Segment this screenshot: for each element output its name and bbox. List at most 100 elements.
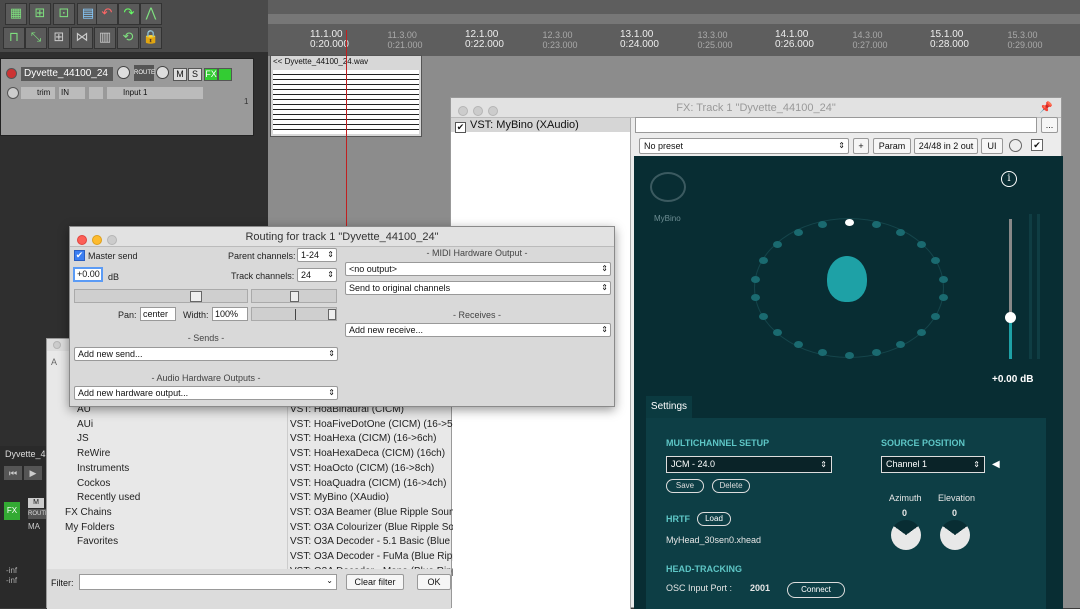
speaker-dot[interactable] (818, 348, 828, 356)
browser-plugin-item[interactable]: VST: HoaOcto (CICM) (16->8ch) (290, 463, 453, 474)
fx-more-button[interactable]: ... (1041, 117, 1058, 133)
source-select[interactable]: Channel 1 ⇕ (881, 456, 985, 473)
browser-plugin-item[interactable]: VST: HoaQuadra (CICM) (16->4ch) (290, 478, 453, 489)
browser-plugin-item[interactable]: VST: HoaHexa (CICM) (16->6ch) (290, 433, 453, 444)
width-input[interactable]: 100% (212, 307, 248, 321)
midi-output-select[interactable]: <no output> ⇕ (345, 262, 611, 276)
record-arm-icon[interactable] (6, 68, 17, 79)
input-toggle[interactable]: IN (59, 87, 85, 99)
connect-button[interactable]: Connect (787, 582, 845, 598)
add-send-select[interactable]: Add new send... ⇕ (74, 347, 338, 361)
browser-folder-item[interactable]: ReWire (77, 448, 110, 459)
monitor-icon[interactable] (7, 87, 19, 99)
preset-select[interactable]: No preset ⇕ (639, 138, 849, 154)
elevation-dial-icon[interactable] (940, 520, 970, 550)
close-icon[interactable] (77, 235, 87, 245)
grid-icon[interactable]: ▦ (5, 3, 27, 25)
track-name[interactable]: Dyvette_44100_24 (21, 67, 113, 81)
clear-filter-button[interactable]: Clear filter (346, 574, 404, 590)
wet-knob-icon[interactable] (1009, 139, 1022, 152)
pin-icon[interactable]: 📌 (1039, 98, 1053, 118)
speaker-dot[interactable] (758, 312, 768, 320)
add-receive-select[interactable]: Add new receive... ⇕ (345, 323, 611, 337)
item-edit-icon[interactable]: ⊡ (53, 3, 75, 25)
browser-plugin-item[interactable]: VST: MyBino (XAudio) (290, 492, 453, 503)
fx-search-field[interactable] (635, 117, 1037, 133)
gain-slider-knob[interactable] (1005, 312, 1016, 323)
route-button[interactable]: ROUTE (134, 65, 155, 81)
browser-folder-item[interactable]: FX Chains (65, 507, 112, 518)
filter-input[interactable]: ⌄ (79, 574, 337, 590)
loop-icon[interactable]: ⟲ (117, 27, 139, 49)
volume-input[interactable]: +0.00 (73, 267, 103, 282)
minimize-icon[interactable] (92, 235, 102, 245)
speaker-dot[interactable] (750, 275, 760, 283)
speaker-dot[interactable] (871, 221, 881, 229)
timeline-ruler[interactable]: 11.1.00 0:20.000 11.3.00 0:21.000 12.1.00 0:2… (268, 0, 1080, 56)
width-slider[interactable] (251, 307, 337, 321)
zoom-icon[interactable] (488, 106, 498, 116)
volume-knob-icon[interactable] (117, 66, 130, 79)
fx-chain-item[interactable]: ✔ VST: MyBino (XAudio) (451, 118, 630, 133)
speaker-dot[interactable] (939, 294, 949, 302)
pan-knob-icon[interactable] (156, 66, 169, 79)
track-row[interactable]: Dyvette_44100_24 ROUTE M S FX trim IN In… (0, 58, 254, 136)
pan-slider[interactable] (251, 289, 337, 303)
undo-icon[interactable]: ↶ (96, 3, 118, 25)
input-select[interactable]: Input 1 (107, 87, 203, 99)
ok-button[interactable]: OK (417, 574, 451, 590)
redo-icon[interactable]: ↷ (118, 3, 140, 25)
speaker-dot[interactable] (871, 348, 881, 356)
crossfade-icon[interactable]: ⋈ (71, 27, 93, 49)
input-type-icon[interactable] (89, 87, 103, 99)
solo-button[interactable]: S (188, 68, 202, 81)
trim-label[interactable]: trim (21, 87, 55, 99)
browser-plugin-item[interactable]: VST: O3A Decoder - FuMa (Blue Ripp (290, 551, 453, 562)
settings-tab[interactable]: Settings (646, 396, 692, 418)
browser-plugin-item[interactable]: VST: HoaFiveDotOne (CICM) (16->5c (290, 419, 453, 430)
volume-slider[interactable] (74, 289, 248, 303)
listener-head-icon[interactable] (827, 256, 867, 302)
checkbox-icon[interactable]: ✔ (455, 122, 466, 133)
speaker-dot[interactable] (845, 351, 854, 359)
info-icon[interactable]: i (1001, 171, 1017, 187)
browser-close-icon[interactable] (53, 341, 61, 349)
fx-button[interactable]: FX (204, 68, 218, 81)
master-mute-button[interactable]: M (28, 498, 44, 508)
ui-button[interactable]: UI (981, 138, 1003, 154)
speaker-dot[interactable] (845, 218, 854, 226)
azimuth-dial-icon[interactable] (891, 520, 921, 550)
item-add-icon[interactable]: ⊞ (29, 3, 51, 25)
add-preset-button[interactable]: + (853, 138, 869, 154)
snap-icon[interactable]: ⊓ (3, 27, 25, 49)
envelope-icon[interactable]: ⋀ (140, 3, 162, 25)
speaker-dot[interactable] (896, 340, 906, 348)
browser-folder-item[interactable]: JS (77, 433, 89, 444)
speaker-dot[interactable] (773, 328, 783, 336)
browser-plugin-item[interactable]: VST: HoaHexaDeca (CICM) (16ch) (290, 448, 453, 459)
metronome-icon[interactable]: ▥ (94, 27, 116, 49)
pan-slider-knob[interactable] (290, 291, 299, 302)
midi-channels-select[interactable]: Send to original channels ⇕ (345, 281, 611, 295)
speaker-dot[interactable] (793, 229, 803, 237)
speaker-dot[interactable] (931, 257, 941, 265)
filter-dropdown-icon[interactable]: ⌄ (326, 576, 333, 585)
browser-plugin-item[interactable]: VST: O3A Colourizer (Blue Ripple Sou (290, 522, 453, 533)
param-button[interactable]: Param (873, 138, 911, 154)
browser-plugin-item[interactable]: VST: O3A Decoder - 5.1 Basic (Blue F (290, 536, 453, 547)
browser-folder-item[interactable]: Favorites (77, 536, 118, 547)
browser-folder-item[interactable]: My Folders (65, 522, 114, 533)
speaker-icon[interactable]: ◀ (992, 459, 1000, 470)
save-button[interactable]: Save (666, 479, 704, 493)
master-route-button[interactable]: ROUTI (28, 509, 47, 519)
mute-button[interactable]: M (173, 68, 187, 81)
minimize-icon[interactable] (473, 106, 483, 116)
multichannel-select[interactable]: JCM - 24.0 ⇕ (666, 456, 832, 473)
close-icon[interactable] (458, 106, 468, 116)
routing-titlebar[interactable]: Routing for track 1 "Dyvette_44100_24" (70, 227, 614, 247)
ruler-strip[interactable] (268, 14, 1080, 24)
ripple-icon[interactable]: ⤡ (25, 27, 47, 49)
zoom-icon[interactable] (107, 235, 117, 245)
master-fx-button[interactable]: FX (4, 502, 20, 520)
master-send-checkbox[interactable]: ✔ (74, 250, 85, 261)
